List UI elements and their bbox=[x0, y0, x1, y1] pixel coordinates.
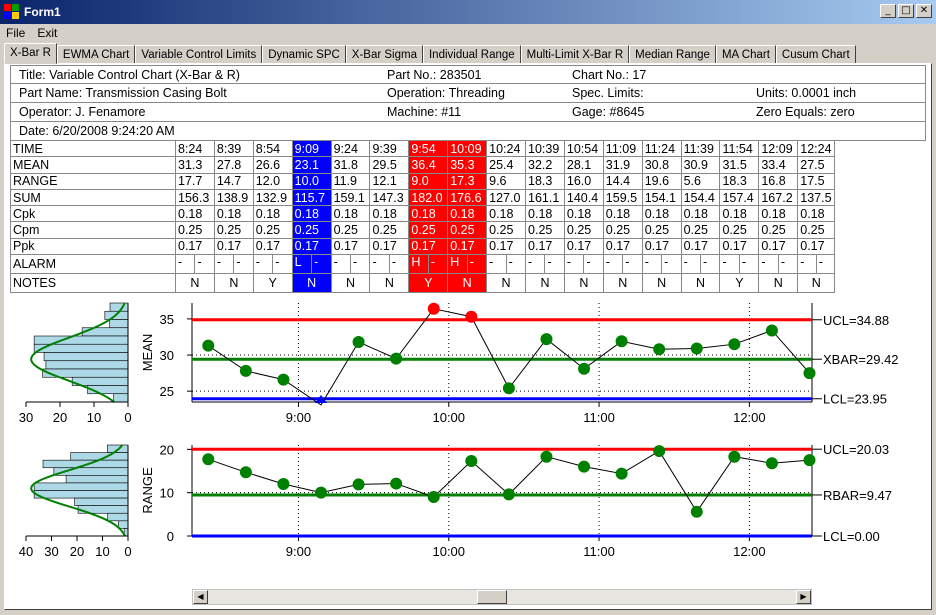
y-tick-label: 20 bbox=[160, 442, 174, 457]
x-tick-label: 10:00 bbox=[432, 410, 465, 425]
data-point bbox=[653, 445, 666, 458]
histogram-bar bbox=[107, 512, 129, 522]
y-tick-label: 25 bbox=[160, 384, 174, 399]
data-point bbox=[202, 339, 215, 352]
data-point bbox=[803, 367, 816, 380]
data-point bbox=[540, 333, 553, 346]
histogram-bar bbox=[33, 490, 129, 499]
histogram-tick-label: 40 bbox=[19, 544, 33, 559]
y-tick-label: 10 bbox=[160, 486, 174, 501]
data-point bbox=[502, 488, 515, 501]
x-tick-label: 10:00 bbox=[432, 544, 465, 559]
alarm-point bbox=[465, 310, 478, 323]
limit-label: UCL=20.03 bbox=[823, 442, 889, 457]
tab-xbar-r[interactable]: X-Bar R bbox=[4, 43, 57, 64]
histogram-bar bbox=[33, 335, 129, 345]
data-point bbox=[728, 338, 741, 351]
data-point bbox=[578, 362, 591, 375]
histogram-tick-label: 30 bbox=[19, 410, 33, 425]
data-point bbox=[352, 478, 365, 491]
histogram-tick-label: 20 bbox=[53, 410, 67, 425]
x-tick-label: 11:00 bbox=[583, 410, 615, 425]
data-point bbox=[690, 342, 703, 355]
data-point bbox=[502, 382, 515, 395]
limit-label: LCL=0.00 bbox=[823, 529, 880, 544]
data-point bbox=[427, 491, 440, 503]
data-point bbox=[578, 460, 591, 473]
data-point bbox=[615, 467, 628, 480]
histogram-bar bbox=[33, 482, 129, 491]
data-point bbox=[239, 364, 252, 377]
limit-label: XBAR=29.42 bbox=[823, 352, 899, 367]
histogram-bar bbox=[45, 360, 129, 370]
data-point bbox=[803, 454, 816, 467]
x-tick-label: 9:00 bbox=[286, 544, 311, 559]
histogram-tick-label: 0 bbox=[124, 544, 131, 559]
y-axis-label: MEAN bbox=[140, 334, 155, 372]
y-tick-label: 30 bbox=[160, 348, 174, 363]
horizontal-scrollbar[interactable]: ◀ ▶ bbox=[192, 589, 812, 605]
histogram-bar bbox=[74, 497, 129, 506]
data-point bbox=[315, 486, 328, 499]
data-point bbox=[653, 343, 666, 356]
histogram-bar bbox=[113, 393, 129, 403]
histogram-tick-label: 30 bbox=[44, 544, 58, 559]
histogram-tick-label: 10 bbox=[95, 544, 109, 559]
data-point bbox=[277, 478, 290, 490]
data-point bbox=[390, 477, 403, 490]
data-point bbox=[765, 324, 778, 337]
data-point bbox=[352, 336, 365, 349]
histogram-tick-label: 20 bbox=[70, 544, 84, 559]
histogram-bar bbox=[109, 302, 129, 312]
x-tick-label: 12:00 bbox=[733, 544, 766, 559]
histogram-tick-label: 0 bbox=[124, 410, 131, 425]
histogram-bar bbox=[65, 475, 129, 484]
data-point bbox=[277, 373, 290, 386]
control-charts: 25 30 35 MEAN 9:00 10:00 11:00 12:00 UCL=34.88 XB… bbox=[19, 302, 899, 559]
histogram-bar bbox=[43, 352, 129, 362]
data-point bbox=[202, 453, 215, 466]
data-point bbox=[690, 505, 703, 518]
x-tick-label: 12:00 bbox=[733, 410, 766, 425]
limit-label: UCL=34.88 bbox=[823, 313, 889, 328]
y-tick-label: 0 bbox=[167, 529, 174, 544]
data-point bbox=[765, 457, 778, 470]
x-tick-label: 11:00 bbox=[583, 544, 615, 559]
limit-label: RBAR=9.47 bbox=[823, 488, 892, 503]
histogram-bar bbox=[118, 520, 129, 529]
data-point bbox=[390, 352, 403, 365]
scroll-thumb[interactable] bbox=[477, 590, 507, 604]
data-point bbox=[465, 455, 478, 468]
data-point bbox=[239, 466, 252, 479]
data-point bbox=[615, 335, 628, 348]
scroll-right-button[interactable]: ▶ bbox=[796, 590, 811, 604]
data-point bbox=[540, 450, 553, 463]
x-tick-label: 9:00 bbox=[286, 410, 311, 425]
scroll-left-button[interactable]: ◀ bbox=[193, 590, 208, 604]
data-point bbox=[728, 450, 741, 463]
y-tick-label: 35 bbox=[160, 312, 174, 327]
histogram-tick-label: 10 bbox=[87, 410, 101, 425]
alarm-point bbox=[427, 302, 440, 315]
y-axis-label: RANGE bbox=[140, 467, 155, 514]
limit-label: LCL=23.95 bbox=[823, 392, 887, 407]
histogram-bar bbox=[109, 319, 129, 329]
